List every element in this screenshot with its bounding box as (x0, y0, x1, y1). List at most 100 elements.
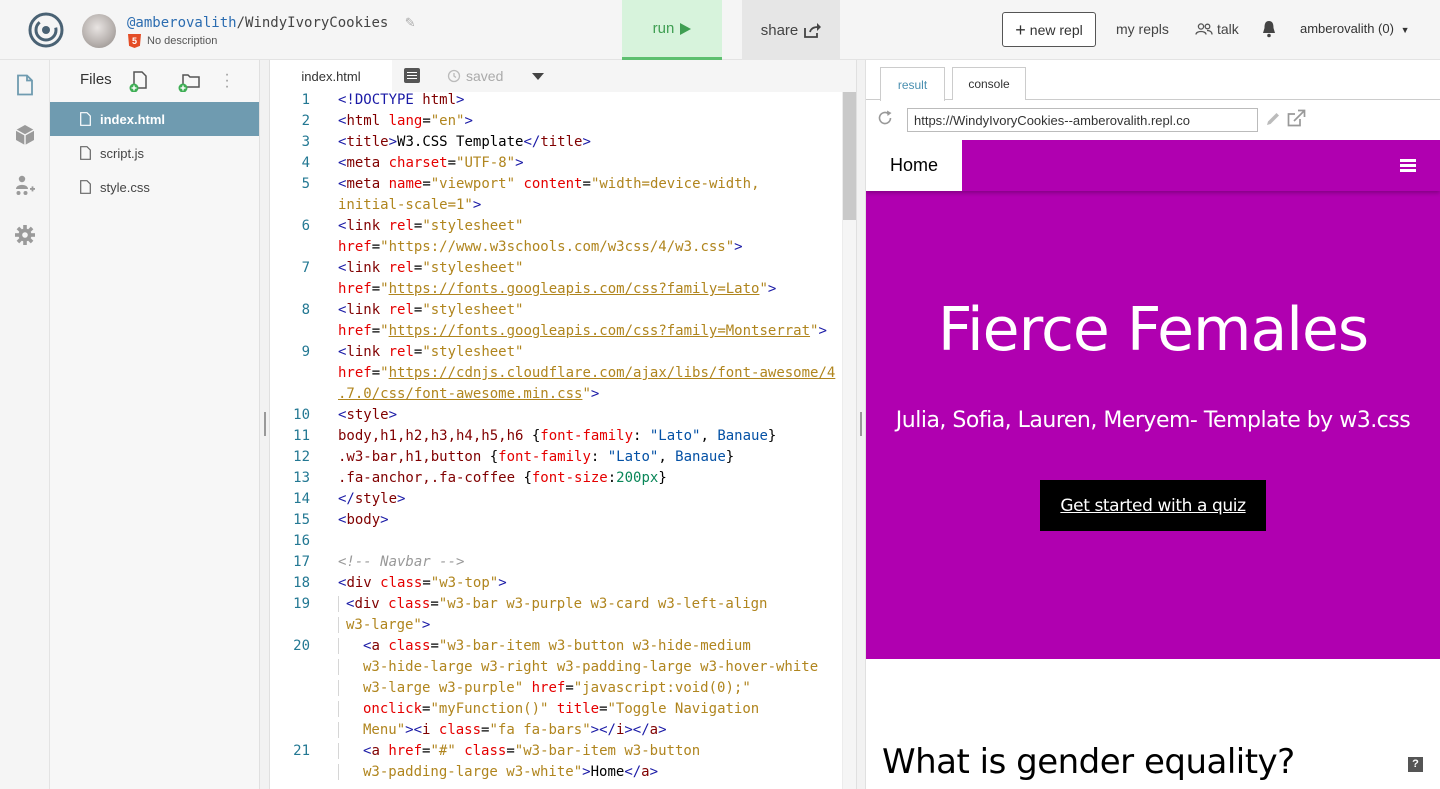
editor-preview-resize-handle[interactable] (856, 60, 866, 789)
resize-grip (264, 412, 266, 436)
code-line: .7.0/css/font-awesome.min.css"> (338, 386, 600, 402)
help-icon[interactable]: ? (1408, 757, 1423, 772)
edit-pencil-icon[interactable]: ✎ (405, 16, 416, 31)
code-line: <title>W3.CSS Template</title> (338, 134, 591, 150)
code-line: <!-- Navbar --> (338, 554, 465, 570)
caret-down-icon: ▼ (1400, 25, 1410, 35)
files-more-options-icon[interactable]: · · · (224, 67, 230, 95)
editor-tab-bar: index.html saved (270, 60, 856, 92)
multiplayer-icon[interactable] (14, 174, 36, 196)
share-icon (804, 22, 822, 38)
left-icon-rail (0, 60, 50, 789)
code-line: body,h1,h2,h3,h4,h5,h6 {font-family: "La… (338, 428, 777, 444)
section-heading: What is gender equality? (882, 742, 1295, 782)
preview-url-bar (866, 100, 1440, 140)
line-number: 17 (293, 554, 310, 570)
files-panel: Files · · · index.html script.js style.css (50, 60, 260, 789)
line-number: 11 (293, 428, 310, 444)
my-repls-link[interactable]: my repls (1116, 21, 1169, 37)
hero-title: Fierce Females (937, 295, 1369, 365)
site-hero: Fierce Females Julia, Sofia, Lauren, Mer… (866, 191, 1440, 659)
rendered-website: Home Fierce Females Julia, Sofia, Lauren… (866, 140, 1440, 789)
site-nav-home-link[interactable]: Home (866, 140, 962, 191)
user-menu-dropdown[interactable]: amberovalith (0) ▼ (1300, 21, 1409, 36)
replit-logo-icon[interactable] (28, 12, 64, 48)
line-number: 16 (293, 533, 310, 549)
new-repl-label: new repl (1029, 21, 1083, 38)
file-name: script.js (100, 145, 145, 161)
share-button[interactable]: share (742, 0, 840, 60)
line-number: 2 (301, 113, 310, 129)
code-line: <html lang="en"> (338, 113, 473, 129)
code-line: <link rel="stylesheet" (338, 260, 524, 276)
code-line: <div class="w3-top"> (338, 575, 507, 591)
reload-icon[interactable] (877, 110, 893, 126)
preview-url-input[interactable] (907, 108, 1258, 132)
preview-pane: result console Home Fierce Females Julia… (866, 60, 1440, 789)
file-icon (80, 112, 91, 126)
user-avatar[interactable] (82, 14, 116, 48)
line-number: 1 (301, 92, 310, 108)
code-line: <meta name="viewport" content="width=dev… (338, 176, 760, 192)
line-number: 4 (301, 155, 310, 171)
user-menu-label: amberovalith (0) (1300, 21, 1394, 36)
packages-cube-icon[interactable] (14, 124, 36, 146)
sidebar-resize-handle[interactable] (260, 60, 270, 789)
editor-scrollbar-thumb[interactable] (843, 92, 856, 220)
code-line: <div class="w3-bar w3-purple w3-card w3-… (338, 596, 768, 612)
line-number: 20 (293, 638, 310, 654)
save-status: saved (447, 68, 503, 84)
file-icon (80, 146, 91, 160)
code-line: <meta charset="UTF-8"> (338, 155, 524, 171)
settings-gear-icon[interactable] (14, 224, 36, 246)
people-icon (1195, 23, 1213, 35)
code-line: <link rel="stylesheet" (338, 344, 524, 360)
play-icon (680, 22, 692, 35)
preview-tabs: result console (866, 60, 1440, 101)
code-line: onclick="myFunction()" title="Toggle Nav… (338, 701, 759, 717)
code-area[interactable]: 1 2 3 4 5 6 7 8 9 10 11 12 13 14 15 16 1… (270, 92, 842, 789)
editor-options-caret-icon[interactable] (532, 73, 544, 80)
code-line: .w3-bar,h1,button {font-family: "Lato", … (338, 449, 735, 465)
talk-link[interactable]: talk (1195, 21, 1239, 37)
code-line: href="https://cdnjs.cloudflare.com/ajax/… (338, 365, 836, 381)
editor-tab-index-html[interactable]: index.html (270, 60, 392, 92)
repl-description[interactable]: No description (147, 35, 217, 47)
site-navbar: Home (866, 140, 1440, 191)
run-button[interactable]: run (622, 0, 722, 60)
file-item-style-css[interactable]: style.css (50, 170, 259, 204)
code-line: w3-large w3-purple" href="javascript:voi… (338, 680, 751, 696)
files-panel-title: Files (80, 71, 112, 88)
file-item-index-html[interactable]: index.html (50, 102, 259, 136)
notifications-bell-icon[interactable] (1262, 20, 1276, 38)
files-icon[interactable] (14, 74, 36, 96)
new-repl-button[interactable]: + new repl (1002, 12, 1096, 47)
edit-url-pencil-icon[interactable] (1265, 111, 1281, 127)
repl-name-label: WindyIvoryCookies (245, 15, 389, 31)
hamburger-menu-icon[interactable] (1400, 159, 1416, 172)
get-started-quiz-button[interactable]: Get started with a quiz (1040, 480, 1266, 531)
html5-language-icon: 5 (128, 34, 141, 48)
editor-scrollbar[interactable] (842, 92, 856, 789)
file-item-script-js[interactable]: script.js (50, 136, 259, 170)
open-in-new-tab-icon[interactable] (1287, 109, 1306, 127)
line-number: 3 (301, 134, 310, 150)
code-line: w3-large"> (338, 617, 430, 633)
add-file-icon[interactable] (128, 70, 150, 92)
code-line: <!DOCTYPE html> (338, 92, 465, 108)
code-line: initial-scale=1"> (338, 197, 482, 213)
code-line: href="https://fonts.googleapis.com/css?f… (338, 323, 827, 339)
tab-console[interactable]: console (952, 67, 1026, 100)
format-code-icon[interactable] (404, 68, 420, 83)
repl-owner-link[interactable]: @amberovalith (127, 15, 237, 31)
line-number: 8 (301, 302, 310, 318)
line-number: 18 (293, 575, 310, 591)
resize-grip (860, 412, 862, 436)
code-line: href="https://www.w3schools.com/w3css/4/… (338, 239, 743, 255)
tab-result[interactable]: result (880, 67, 945, 101)
line-number: 5 (301, 176, 310, 192)
code-editor-pane: index.html saved 1 2 3 4 5 6 7 8 9 10 11… (270, 60, 856, 789)
hero-subtitle: Julia, Sofia, Lauren, Meryem- Template b… (895, 408, 1411, 433)
repl-title[interactable]: @amberovalith/WindyIvoryCookies ✎ (127, 15, 416, 31)
add-folder-icon[interactable] (178, 70, 200, 92)
